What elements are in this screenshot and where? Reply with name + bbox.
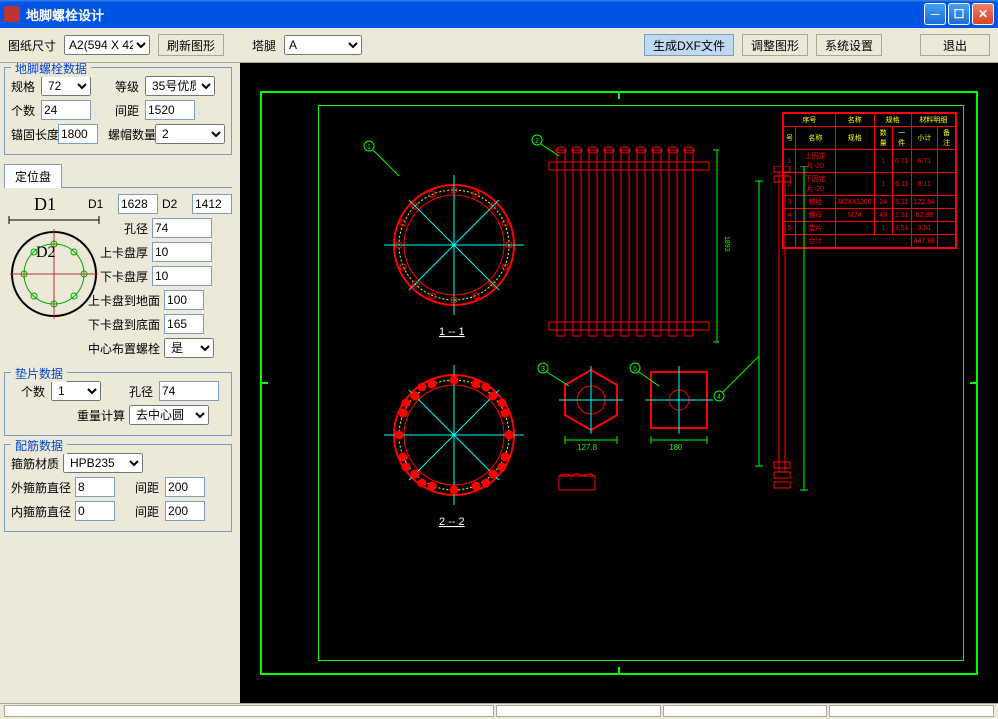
spec-select[interactable]: 72	[41, 76, 91, 96]
spec-label: 规格	[11, 78, 37, 95]
tab-bar: 定位盘	[4, 163, 232, 188]
washer-hole-input[interactable]	[159, 381, 219, 401]
center-bolt-select[interactable]: 是	[164, 338, 214, 358]
drawing-outer-frame: 序号名称规格材料明细 号名称规格数量一件小计备注 1上固定片-2016.716.…	[260, 91, 978, 675]
cad-square-washer: 180	[639, 364, 719, 454]
exit-button[interactable]: 退出	[920, 34, 990, 56]
titlebar: 地脚螺栓设计 ─ ☐ ✕	[0, 0, 998, 28]
paper-size-select[interactable]: A2(594 X 420)	[64, 35, 150, 55]
washer-legend: 垫片数据	[11, 365, 67, 382]
cad-canvas[interactable]: 序号名称规格材料明细 号名称规格数量一件小计备注 1上固定片-2016.716.…	[240, 63, 998, 703]
tab-locator[interactable]: 定位盘	[4, 164, 62, 188]
refresh-button[interactable]: 刷新图形	[158, 34, 224, 56]
inner-spacing-label: 间距	[135, 503, 161, 520]
lower-bottom-input[interactable]	[164, 314, 204, 334]
outer-dia-input[interactable]	[75, 477, 115, 497]
d2-label: D2	[162, 197, 188, 211]
count-label: 个数	[11, 102, 37, 119]
grade-label: 等级	[115, 78, 141, 95]
toolbar: 图纸尺寸 A2(594 X 420) 刷新图形 塔腿 A 生成DXF文件 调整图…	[0, 28, 998, 63]
spacing-label: 间距	[115, 102, 141, 119]
count-input[interactable]	[41, 100, 91, 120]
inner-dia-input[interactable]	[75, 501, 115, 521]
lower-thick-input[interactable]	[152, 266, 212, 286]
rebar-material-label: 箍筋材质	[11, 455, 59, 472]
upper-thick-input[interactable]	[152, 242, 212, 262]
anchor-label: 锚固长度	[11, 126, 54, 143]
maximize-button[interactable]: ☐	[948, 3, 970, 25]
d1d2-diagram: D1 D2	[4, 194, 84, 324]
tower-select[interactable]: A	[284, 35, 362, 55]
outer-spacing-input[interactable]	[165, 477, 205, 497]
svg-text:180: 180	[669, 443, 683, 452]
inner-spacing-input[interactable]	[165, 501, 205, 521]
nut-count-label: 螺帽数量	[108, 126, 151, 143]
outer-dia-label: 外箍筋直径	[11, 479, 71, 496]
minimize-button[interactable]: ─	[924, 3, 946, 25]
window-buttons: ─ ☐ ✕	[924, 3, 994, 25]
close-button[interactable]: ✕	[972, 3, 994, 25]
washer-weight-label: 重量计算	[77, 407, 125, 424]
app-icon	[4, 6, 20, 22]
rebar-group: 配筋数据 箍筋材质 HPB235 外箍筋直径 间距 内箍筋直径 间距	[4, 444, 232, 532]
d2-input[interactable]	[192, 194, 232, 214]
d1-input[interactable]	[118, 194, 158, 214]
washer-group: 垫片数据 个数 1 孔径 重量计算 去中心圆	[4, 372, 232, 436]
rebar-material-select[interactable]: HPB235	[63, 453, 143, 473]
cad-bolt-array	[539, 142, 719, 362]
settings-button[interactable]: 系统设置	[816, 34, 882, 56]
locator-fields: D1 D2 孔径 上卡盘厚 下卡盘厚 上卡盘到地面 下卡盘到底面 中心布置螺栓是	[88, 194, 232, 362]
cad-section-1: 1 -- 1	[379, 170, 529, 340]
svg-text:1: 1	[367, 144, 371, 151]
inner-dia-label: 内箍筋直径	[11, 503, 71, 520]
cad-section-2: 2 -- 2	[379, 360, 529, 530]
adjust-button[interactable]: 调整图形	[742, 34, 808, 56]
d1-label: D1	[88, 197, 114, 211]
upper-ground-input[interactable]	[164, 290, 204, 310]
main-content: 地脚螺栓数据 规格 72 等级 35号优质 个数 间距 锚固长度 螺帽数量 2	[0, 63, 998, 703]
status-bar	[0, 703, 998, 719]
paper-size-label: 图纸尺寸	[8, 37, 56, 54]
center-bolt-label: 中心布置螺栓	[88, 340, 160, 357]
cad-nut-side	[551, 470, 611, 500]
bolt-data-group: 地脚螺栓数据 规格 72 等级 35号优质 个数 间距 锚固长度 螺帽数量 2	[4, 67, 232, 155]
gen-dxf-button[interactable]: 生成DXF文件	[644, 34, 734, 56]
outer-spacing-label: 间距	[135, 479, 161, 496]
spacing-input[interactable]	[145, 100, 195, 120]
svg-text:3: 3	[541, 366, 545, 373]
grade-select[interactable]: 35号优质	[145, 76, 215, 96]
svg-text:2 -- 2: 2 -- 2	[439, 516, 465, 528]
tower-label: 塔腿	[252, 37, 276, 54]
dim-1893: 1893	[723, 236, 730, 252]
hole-input[interactable]	[152, 218, 212, 238]
svg-text:127.8: 127.8	[577, 443, 598, 452]
drawing-inner-frame: 序号名称规格材料明细 号名称规格数量一件小计备注 1上固定片-2016.716.…	[318, 105, 964, 661]
svg-text:1 -- 1: 1 -- 1	[439, 326, 465, 338]
washer-weight-select[interactable]: 去中心圆	[129, 405, 209, 425]
bolt-data-legend: 地脚螺栓数据	[11, 63, 91, 77]
rebar-legend: 配筋数据	[11, 437, 67, 454]
sidebar: 地脚螺栓数据 规格 72 等级 35号优质 个数 间距 锚固长度 螺帽数量 2	[0, 63, 240, 703]
nut-count-select[interactable]: 2	[155, 124, 225, 144]
anchor-input[interactable]	[58, 124, 98, 144]
window-title: 地脚螺栓设计	[26, 5, 924, 24]
locator-panel: D1 D2 D1 D2	[4, 194, 232, 362]
cad-hex-nut: 127.8	[551, 364, 631, 454]
washer-count-label: 个数	[21, 383, 47, 400]
washer-count-select[interactable]: 1	[51, 381, 101, 401]
svg-text:5: 5	[633, 366, 637, 373]
cad-long-bolt	[749, 166, 829, 496]
washer-hole-label: 孔径	[129, 383, 155, 400]
